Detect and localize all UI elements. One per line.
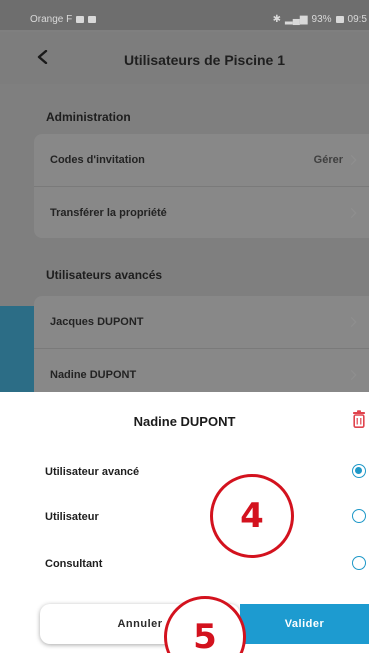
chevron-right-icon: [346, 207, 357, 218]
row-value: Gérer: [313, 154, 343, 166]
bluetooth-icon: ✱: [272, 14, 282, 25]
advanced-users-card: Jacques DUPONT Nadine DUPONT: [34, 296, 369, 400]
sheet-title: Nadine DUPONT: [133, 414, 236, 429]
option-user[interactable]: Utilisateur: [0, 497, 369, 537]
step-4-annotation: 4: [210, 474, 294, 558]
status-bar: Orange F ✱ ▂▄▆ 93% 09:5: [0, 0, 369, 30]
option-label: Utilisateur avancé: [45, 466, 140, 478]
option-label: Consultant: [45, 558, 103, 570]
section-title-administration: Administration: [46, 110, 131, 124]
battery-percent: 93%: [311, 14, 332, 25]
chevron-right-icon: [346, 369, 357, 380]
radio-user[interactable]: [352, 509, 366, 523]
clock: 09:5: [347, 14, 367, 25]
chevron-right-icon: [346, 317, 357, 327]
radio-consultant[interactable]: [352, 556, 366, 570]
row-invitation-codes[interactable]: Codes d'invitation Gérer: [34, 134, 369, 186]
navbar: Utilisateurs de Piscine 1: [0, 32, 369, 84]
row-label: Codes d'invitation: [50, 154, 145, 166]
gallery-icon: [88, 16, 97, 23]
trash-icon[interactable]: [352, 410, 366, 428]
option-label: Utilisateur: [45, 511, 99, 523]
section-title-advanced-users: Utilisateurs avancés: [46, 268, 163, 282]
radio-advanced-user[interactable]: [352, 464, 366, 478]
highlight-edge: [0, 306, 34, 392]
user-name: Nadine DUPONT: [50, 368, 137, 381]
option-consultant[interactable]: Consultant: [0, 544, 369, 584]
notification-icon: [76, 16, 85, 23]
user-row-jacques[interactable]: Jacques DUPONT: [34, 296, 369, 348]
administration-card: Codes d'invitation Gérer Transférer la p…: [34, 134, 369, 238]
chevron-right-icon: [346, 155, 357, 165]
option-advanced-user[interactable]: Utilisateur avancé: [0, 452, 369, 492]
user-name: Jacques DUPONT: [50, 316, 144, 328]
signal-icon: ▂▄▆: [285, 14, 308, 25]
page-title: Utilisateurs de Piscine 1: [123, 52, 286, 68]
row-transfer-ownership[interactable]: Transférer la propriété: [34, 186, 369, 238]
row-label: Transférer la propriété: [50, 206, 167, 219]
battery-icon: [335, 16, 344, 23]
carrier-label: Orange F: [30, 14, 73, 25]
validate-button[interactable]: Valider: [240, 604, 369, 644]
